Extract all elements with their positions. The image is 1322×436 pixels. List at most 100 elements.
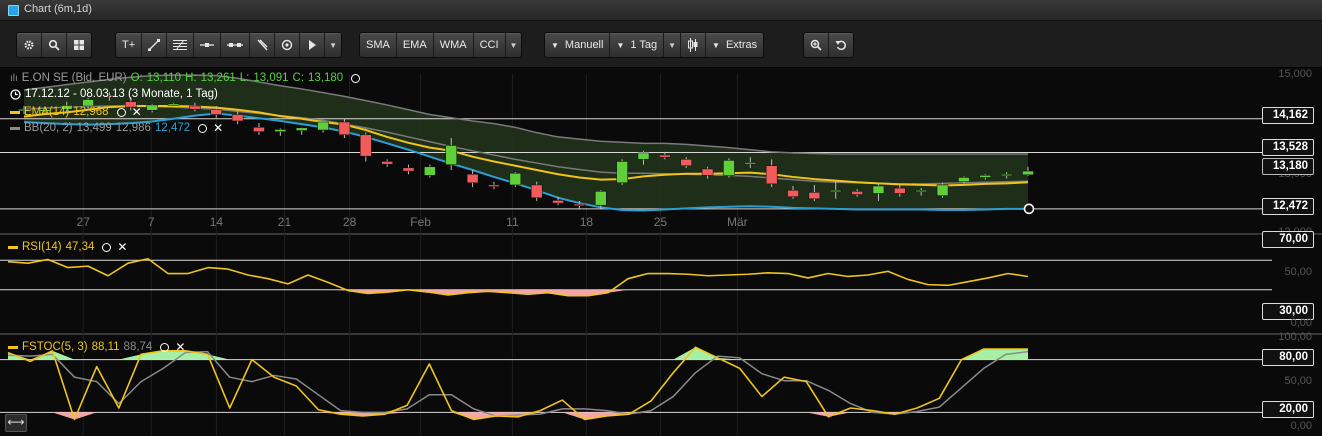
stoch-swatch [8,345,18,349]
candle-body [915,190,927,193]
sma-button[interactable]: SMA [360,33,397,57]
stoch-legend: FSTOC(5, 3) 88,11 88,74 ✕ [8,340,185,354]
zoom-in-icon[interactable] [804,33,829,57]
ema-button[interactable]: EMA [397,33,434,57]
low-value: 13,091 [253,72,289,84]
candle-body [146,104,158,111]
clock-icon [10,88,21,100]
rsi-settings-icon[interactable] [102,242,112,252]
candle-body [979,175,992,178]
fibonacci-tool-icon[interactable] [167,33,195,57]
ema-legend: EMA(14) 12,968 ✕ [10,105,142,119]
bb-settings-icon[interactable] [198,123,208,133]
bb-lower-value: 12,472 [154,122,191,134]
settings-gear-icon[interactable] [17,33,42,57]
stoch-level-80: 80,00 [1262,349,1314,366]
stoch-oversold-fill [8,412,1028,420]
ema-settings-icon[interactable] [116,107,126,117]
layout-grid-icon[interactable] [67,33,91,57]
x-axis-label: Feb [410,215,431,229]
indicators-dropdown-icon[interactable]: ▼ [506,33,522,57]
candle-body [338,121,351,136]
candle-body [295,127,308,131]
ema-swatch [10,110,20,114]
candle-body [573,203,586,206]
chart-area[interactable]: 27 7 14 21 28 Feb 11 18 25 Mär ılı E.ON SE (Bid, … [0,68,1322,436]
candle-body [936,184,949,196]
candle-body [552,200,564,204]
candle-body [829,190,842,193]
stoch-close-icon[interactable]: ✕ [175,340,185,354]
candle-body [530,184,543,198]
candle-body [1022,170,1034,176]
x-axis-label: 21 [278,215,292,229]
last-value-marker [1023,203,1035,215]
period-legend: 17.12.12 - 08.03.13 (3 Monate, 1 Tag) [10,88,218,100]
stoch-axis-tick: 0,00 [1290,420,1312,432]
stoch-settings-icon[interactable] [160,342,170,352]
text-tool-button[interactable]: T+ [116,33,143,57]
rsi-legend: RSI(14) 47,34 ✕ [8,240,127,254]
target-tool-icon[interactable] [275,33,301,57]
reset-zoom-icon[interactable] [829,33,853,57]
chart-window-icon [8,5,19,16]
bb-close-icon[interactable]: ✕ [213,121,223,135]
stoch-axis-tick: 50,00 [1284,375,1312,387]
candle-body [466,174,479,184]
open-label: O: [130,72,143,84]
candle-body [851,191,863,195]
candle-body [894,187,906,194]
cci-button[interactable]: CCI [474,33,506,57]
ema-name: EMA(14) [24,106,70,118]
candlestick-type-icon[interactable] [681,33,707,57]
stoch-d-line [7,350,1029,417]
mode-select[interactable]: ▼ Manuell [545,33,611,57]
horizontal-line-tool-icon[interactable] [194,33,222,57]
search-icon[interactable] [42,33,67,57]
rsi-swatch [8,245,18,249]
candle-body [701,168,714,176]
period-text: 17.12.12 - 08.03.13 (3 Monate, 1 Tag) [25,88,218,100]
bb-swatch [10,126,20,130]
candle-body [189,105,201,110]
candle-body [723,160,735,176]
price-axis-tick: 15,000 [1278,68,1312,80]
rsi-axis-tick: 50,00 [1284,266,1312,278]
x-axis-label: 11 [506,215,519,229]
rsi-close-icon[interactable]: ✕ [117,240,127,254]
bb-mid-value: 12,986 [115,122,151,134]
stoch-d-value: 88,74 [123,341,153,353]
candle-body [765,165,778,185]
expand-icon[interactable]: ⟷ [5,414,27,432]
window-titlebar: Chart (6m,1d) [0,0,1322,21]
pointer-tool-icon[interactable] [300,33,326,57]
bb-upper-value: 13,499 [76,122,112,134]
instrument-settings-icon[interactable] [351,73,361,83]
interval-chevron-icon: ▼ [616,40,625,50]
candle-body [488,184,500,187]
rsi-name: RSI(14) [22,241,62,253]
extras-menu[interactable]: ▼ Extras [706,33,763,57]
drawing-tools-dropdown-icon[interactable]: ▼ [325,33,341,57]
trendline-tool-icon[interactable] [142,33,168,57]
ray-tool-icon[interactable] [221,33,251,57]
low-label: L: [239,72,250,84]
window-title: Chart (6m,1d) [24,3,92,15]
zoom-group [803,32,854,58]
high-value: 13,261 [200,72,236,84]
candle-body [659,154,671,158]
pen-tool-icon[interactable] [250,33,276,57]
ema-close-icon[interactable]: ✕ [132,105,142,119]
x-axis-label: 27 [77,215,91,229]
rsi-value: 47,34 [65,241,95,253]
mode-chevron-icon: ▼ [551,40,559,50]
wma-button[interactable]: WMA [434,33,474,57]
interval-dropdown-icon[interactable]: ▼ [664,33,682,57]
stoch-level-20: 20,00 [1262,401,1314,418]
view-tools-group [16,32,92,58]
x-axis-label: 25 [654,215,668,229]
candle-body [231,114,244,122]
interval-select[interactable]: ▼ 1 Tag [610,33,665,57]
stoch-name: FSTOC(5, 3) [22,341,88,353]
x-axis-label: Mär [727,215,748,229]
